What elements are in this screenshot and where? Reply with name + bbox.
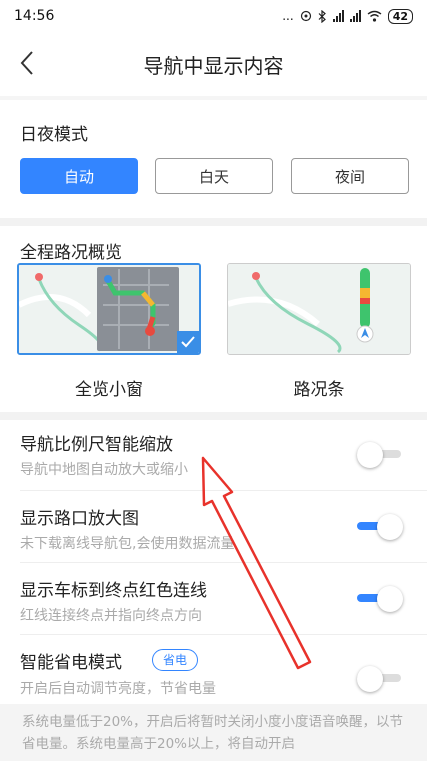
mode-auto-button[interactable]: 自动 [20, 158, 138, 194]
red-line-toggle[interactable] [357, 586, 403, 612]
mode-night-button[interactable]: 夜间 [291, 158, 409, 194]
selected-check-icon [177, 331, 199, 353]
mode-day-button[interactable]: 白天 [155, 158, 273, 194]
footer-note: 系统电量低于20%，开启后将暂时关闭小度小度语音唤醒，以节省电量。系统电量高于2… [0, 704, 427, 761]
minimap-preview-icon [19, 265, 199, 353]
header: 导航中显示内容 [0, 32, 427, 96]
battery-indicator: 42 [387, 8, 413, 24]
cell-signal-1-icon [332, 10, 344, 22]
smart-zoom-toggle[interactable] [357, 442, 401, 468]
red-line-desc: 红线连接终点并指向终点方向 [20, 608, 202, 624]
overview-trafficbar-card[interactable] [227, 263, 411, 355]
hotspot-icon [300, 10, 311, 22]
status-time: 14:56 [14, 8, 55, 24]
status-icons: ... 42 [282, 8, 413, 24]
power-save-title: 智能省电模式 [20, 653, 122, 673]
power-save-badge: 省电 [152, 649, 199, 671]
section-divider [0, 412, 427, 420]
junction-zoom-desc: 未下载离线导航包,会使用数据流量 [20, 536, 235, 552]
status-bar: 14:56 ... 42 [0, 0, 427, 32]
power-save-toggle[interactable] [357, 666, 401, 692]
page-title: 导航中显示内容 [143, 54, 284, 78]
power-save-desc: 开启后自动调节亮度，节省电量 [20, 681, 216, 697]
overview-minimap-card[interactable] [17, 263, 201, 355]
more-dots: ... [282, 9, 294, 23]
bluetooth-icon [318, 9, 326, 23]
red-line-title: 显示车标到终点红色连线 [20, 581, 207, 601]
settings-content: 日夜模式 自动 白天 夜间 全程路况概览 全览小窗 路况条 导航比例尺智能缩放 … [0, 100, 427, 761]
cell-signal-2-icon [349, 10, 361, 22]
trafficbar-preview-icon [228, 264, 410, 354]
overview-title: 全程路况概览 [20, 243, 122, 263]
section-divider [0, 218, 427, 226]
row-divider [20, 634, 427, 635]
trafficbar-caption: 路况条 [293, 380, 345, 400]
wifi-icon [367, 10, 382, 22]
row-divider [20, 562, 427, 563]
smart-zoom-desc: 导航中地图自动放大或缩小 [20, 462, 188, 478]
junction-zoom-title: 显示路口放大图 [20, 509, 139, 529]
smart-zoom-title: 导航比例尺智能缩放 [20, 435, 173, 455]
day-night-title: 日夜模式 [20, 125, 88, 145]
row-divider [20, 490, 427, 491]
junction-zoom-toggle[interactable] [357, 514, 403, 540]
minimap-caption: 全览小窗 [75, 380, 143, 400]
